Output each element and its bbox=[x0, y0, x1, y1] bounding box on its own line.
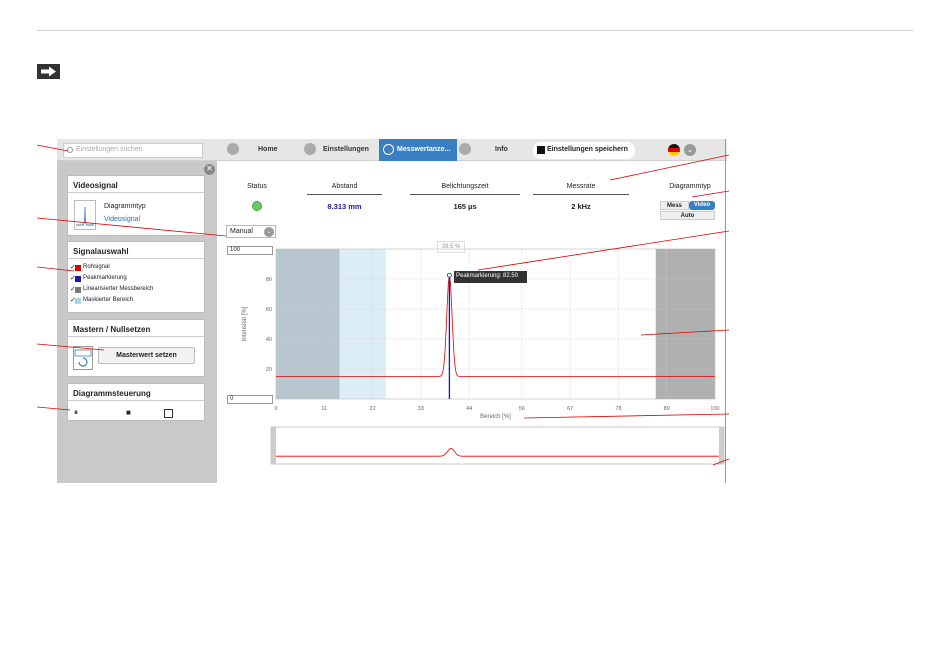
mastering-panel: Mastern / Nullsetzen Masterwert setzen bbox=[67, 319, 205, 377]
x-tick-label: 78 bbox=[615, 406, 621, 412]
top-nav: Einstellungen suchen Home Einstellungen … bbox=[57, 139, 727, 161]
y-tick-label: 80 bbox=[266, 277, 272, 283]
x-tick-label: 33 bbox=[418, 406, 424, 412]
chevron-down-icon[interactable]: ⌄ bbox=[684, 144, 696, 156]
nav-measurement-display[interactable]: Messwertanze... bbox=[379, 139, 457, 161]
x-tick-label: 56 bbox=[519, 406, 525, 412]
panel-title: Mastern / Nullsetzen bbox=[68, 320, 204, 337]
save-disk-icon bbox=[537, 146, 545, 154]
panel-title: Signalauswahl bbox=[68, 242, 204, 259]
chart-control-panel: Diagrammsteuerung ⏸ ■ bbox=[67, 383, 205, 421]
video-signal-chart: 20 40 60 80 0 11 22 33 44 56 67 78 89 100 Bereich [%] I… bbox=[242, 248, 725, 465]
x-tick-label: 44 bbox=[466, 406, 472, 412]
chart-type-link[interactable]: Videosignal bbox=[104, 216, 140, 223]
signal-checkbox-masked[interactable]: ✓ Maskierter Bereich bbox=[68, 296, 204, 307]
x-axis-label: Bereich [%] bbox=[480, 414, 511, 420]
y-tick-label: 60 bbox=[266, 307, 272, 313]
panel-title: Videosignal bbox=[68, 176, 204, 193]
signal-selection-panel: Signalauswahl ✓ Rohsignal ✓ Peakmarkierung… bbox=[67, 241, 205, 313]
signal-checkbox-peak[interactable]: ✓ Peakmarkierung bbox=[68, 274, 204, 285]
web-interface: Einstellungen suchen Home Einstellungen … bbox=[57, 139, 727, 483]
signal-checkbox-raw[interactable]: ✓ Rohsignal bbox=[68, 263, 204, 274]
x-tick-label: 89 bbox=[664, 406, 670, 412]
y-tick-label: 40 bbox=[266, 337, 272, 343]
x-tick-label: 100 bbox=[710, 406, 719, 412]
set-master-value-button[interactable]: Masterwert setzen bbox=[98, 347, 195, 364]
info-icon bbox=[459, 143, 471, 155]
overview-handle-right bbox=[719, 427, 724, 464]
peak-marker-dot bbox=[447, 272, 452, 278]
y-axis-label: Intensität [%] bbox=[242, 306, 248, 341]
german-flag-icon[interactable] bbox=[668, 144, 680, 156]
close-icon[interactable]: ✕ bbox=[204, 164, 215, 175]
chart-type-label: Diagrammtyp bbox=[104, 203, 146, 210]
mastering-icon bbox=[73, 346, 93, 370]
home-icon bbox=[227, 143, 239, 155]
search-icon bbox=[67, 147, 73, 153]
nav-settings[interactable]: Einstellungen bbox=[323, 139, 369, 161]
sidebar: ✕ Videosignal Diagrammtyp Videosignal Si… bbox=[57, 161, 217, 483]
chart-type-icon bbox=[74, 200, 96, 230]
save-settings-button[interactable]: Einstellungen speichern bbox=[533, 142, 635, 159]
gear-icon bbox=[304, 143, 316, 155]
video-signal-panel: Videosignal Diagrammtyp Videosignal bbox=[67, 175, 205, 236]
frame-edge bbox=[725, 139, 726, 483]
x-tick-label: 11 bbox=[321, 406, 327, 412]
measurement-view: Status Abstand 8.313 mm Belichtungszeit … bbox=[217, 161, 727, 483]
pause-icon[interactable]: ⏸ bbox=[74, 408, 78, 418]
x-tick-label: 67 bbox=[567, 406, 573, 412]
wave-icon bbox=[383, 144, 394, 155]
overview-handle-left bbox=[271, 427, 276, 464]
x-tick-label: 22 bbox=[370, 406, 376, 412]
nav-home[interactable]: Home bbox=[258, 139, 277, 161]
arrow-right-icon bbox=[37, 64, 60, 79]
panel-title: Diagrammsteuerung bbox=[68, 384, 204, 401]
y-tick-label: 20 bbox=[266, 367, 272, 373]
page-rule bbox=[37, 30, 913, 31]
nav-info[interactable]: Info bbox=[495, 139, 508, 161]
stop-icon[interactable]: ■ bbox=[126, 408, 131, 417]
signal-checkbox-linearized[interactable]: ✓ Linearisierter Messbereich bbox=[68, 285, 204, 296]
save-icon[interactable] bbox=[164, 409, 173, 418]
x-tick-label: 0 bbox=[274, 406, 277, 412]
search-input[interactable]: Einstellungen suchen bbox=[63, 143, 203, 158]
overview-chart bbox=[270, 426, 725, 465]
peak-tooltip: Peakmarkierung: 82.50 bbox=[454, 271, 527, 283]
